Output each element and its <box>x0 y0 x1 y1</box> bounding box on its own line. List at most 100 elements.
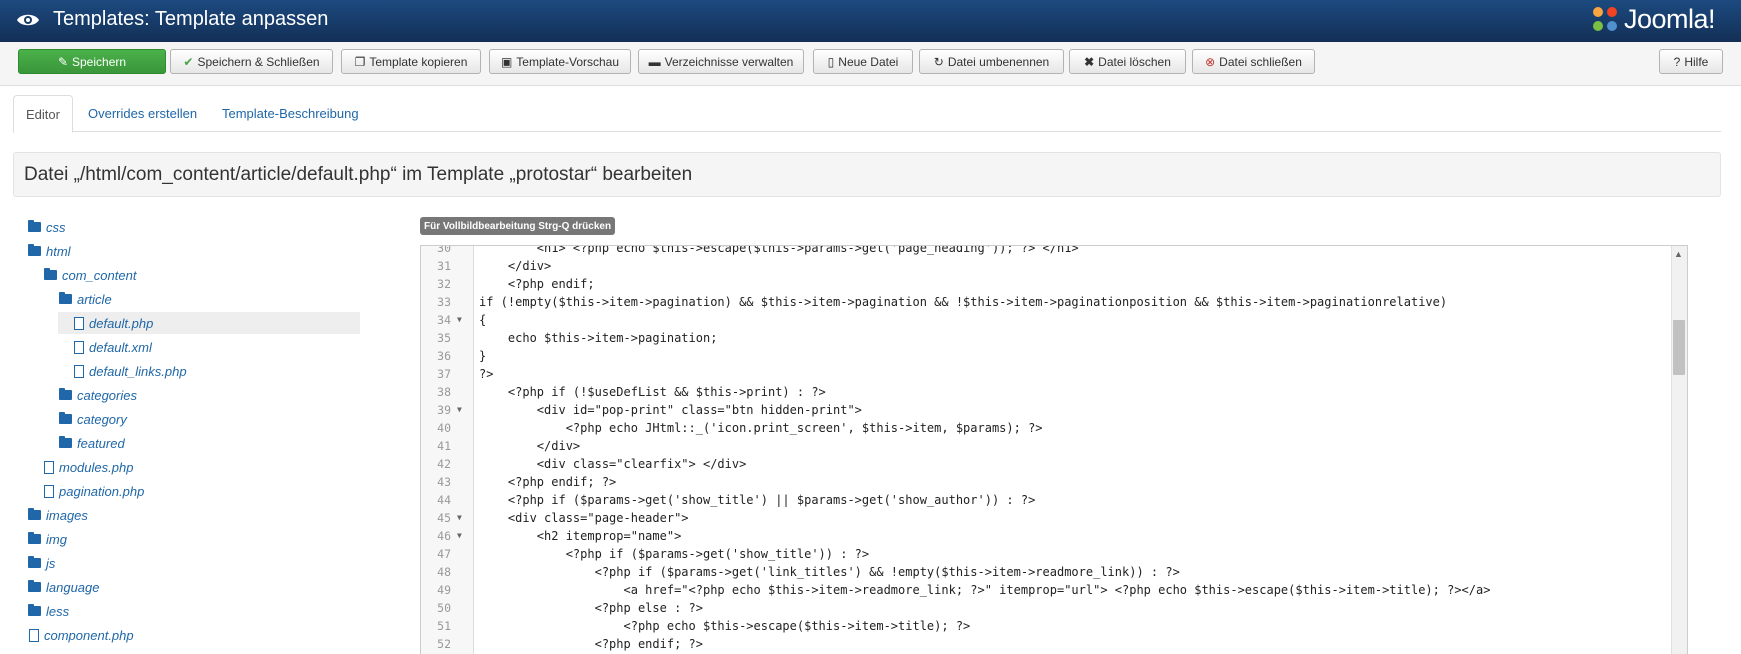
code-text: <?php if ($params->get('show_title')) : … <box>479 547 870 561</box>
template-preview-label: Template-Vorschau <box>516 54 620 69</box>
joomla-logo[interactable]: Joomla! <box>1590 2 1716 36</box>
help-button[interactable]: ? Hilfe <box>1659 49 1723 74</box>
fold-arrow-icon[interactable]: ▼ <box>457 527 462 545</box>
tree-item-article[interactable]: article <box>59 288 112 310</box>
code-line[interactable]: 33 if (!empty($this->item->pagination) &&… <box>421 293 1671 311</box>
save-button[interactable]: ✎ Speichern <box>18 49 166 74</box>
code-text: <?php echo JHtml::_('icon.print_screen',… <box>479 421 1043 435</box>
tree-item-js[interactable]: js <box>28 552 55 574</box>
tree-item-html[interactable]: html <box>28 240 71 262</box>
code-editor[interactable]: 30 <h1> <?php echo $this->escape($this->… <box>420 245 1688 654</box>
copy-template-button[interactable]: ❐ Template kopieren <box>341 49 481 74</box>
code-line[interactable]: 47 <?php if ($params->get('show_title'))… <box>421 545 1671 563</box>
code-line[interactable]: 50 <?php else : ?> <box>421 599 1671 617</box>
fold-arrow-icon[interactable]: ▼ <box>457 311 462 329</box>
folder-icon <box>59 292 72 304</box>
code-line[interactable]: 51 <?php echo $this->escape($this->item-… <box>421 617 1671 635</box>
tree-item-label: images <box>46 507 88 523</box>
code-line[interactable]: 43 <?php endif; ?> <box>421 473 1671 491</box>
fullscreen-hint: Für Vollbildbearbeitung Strg-Q drücken <box>420 217 616 235</box>
code-line[interactable]: 48 <?php if ($params->get('link_titles')… <box>421 563 1671 581</box>
code-text: <a href="<?php echo $this->item->readmor… <box>479 583 1491 597</box>
template-preview-button[interactable]: ▣ Template-Vorschau <box>489 49 631 74</box>
code-line[interactable]: 37 ?> <box>421 365 1671 383</box>
code-line[interactable]: 41 </div> <box>421 437 1671 455</box>
code-line[interactable]: 38 <?php if (!$useDefList && $this->prin… <box>421 383 1671 401</box>
code-line[interactable]: 46 ▼ <h2 itemprop="name"> <box>421 527 1671 545</box>
tab-overrides[interactable]: Overrides erstellen <box>76 95 209 132</box>
tree-item-label: img <box>46 531 67 547</box>
line-number: 48 <box>437 565 451 579</box>
tree-item-label: article <box>77 291 112 307</box>
tab-template-description[interactable]: Template-Beschreibung <box>210 95 371 132</box>
code-line[interactable]: 35 echo $this->item->pagination; <box>421 329 1671 347</box>
code-line[interactable]: 30 <h1> <?php echo $this->escape($this->… <box>421 245 1671 257</box>
new-file-button[interactable]: ▯ Neue Datei <box>813 49 913 74</box>
code-line[interactable]: 34 ▼ { <box>421 311 1671 329</box>
tree-item-featured[interactable]: featured <box>59 432 125 454</box>
save-close-button[interactable]: ✔ Speichern & Schließen <box>170 49 333 74</box>
tree-item-label: less <box>46 603 70 619</box>
tree-item-label: default_links.php <box>89 363 187 379</box>
delete-file-button[interactable]: ✖ Datei löschen <box>1069 49 1186 74</box>
scroll-up-icon[interactable]: ▲ <box>1674 249 1684 259</box>
code-line[interactable]: 31 </div> <box>421 257 1671 275</box>
tree-item-categories[interactable]: categories <box>59 384 137 406</box>
code-text: { <box>479 313 487 327</box>
tree-item-default-xml[interactable]: default.xml <box>74 336 152 358</box>
tree-item-com-content[interactable]: com_content <box>44 264 136 286</box>
code-line[interactable]: 42 <div class="clearfix"> </div> <box>421 455 1671 473</box>
line-number: 30 <box>437 245 451 255</box>
code-text: <?php if (!$useDefList && $this->print) … <box>479 385 826 399</box>
folder-icon <box>59 388 72 400</box>
folder-icon <box>59 436 72 448</box>
line-number: 39 <box>437 403 451 417</box>
tree-item-pagination-php[interactable]: pagination.php <box>44 480 144 502</box>
tab-bar: Editor Overrides erstellen Template-Besc… <box>13 95 1721 133</box>
manage-folders-button[interactable]: ▬ Verzeichnisse verwalten <box>638 49 804 74</box>
folder-icon <box>28 604 41 616</box>
tree-item-component-php[interactable]: component.php <box>29 624 134 646</box>
folder-icon <box>59 412 72 424</box>
tree-item-category[interactable]: category <box>59 408 127 430</box>
code-line[interactable]: 52 <?php endif; ?> <box>421 635 1671 653</box>
picture-icon: ▣ <box>500 54 513 69</box>
tree-item-default-links-php[interactable]: default_links.php <box>74 360 187 382</box>
editor-scrollbar[interactable]: ▲ <box>1671 246 1687 654</box>
code-line[interactable]: 36} <box>421 347 1671 365</box>
save-close-label: Speichern & Schließen <box>197 54 320 69</box>
code-line[interactable]: 45 ▼ <div class="page-header"> <box>421 509 1671 527</box>
line-number: 44 <box>437 493 451 507</box>
code-line[interactable]: 44 <?php if ($params->get('show_title') … <box>421 491 1671 509</box>
folder-icon <box>44 268 57 280</box>
question-icon: ? <box>1673 54 1681 69</box>
code-text: <?php if ($params->get('show_title') || … <box>479 493 1036 507</box>
delete-file-label: Datei löschen <box>1098 54 1171 69</box>
cancel-circle-icon: ⊗ <box>1205 54 1216 69</box>
close-file-button[interactable]: ⊗ Datei schließen <box>1192 49 1315 74</box>
tree-item-images[interactable]: images <box>28 504 88 526</box>
tree-item-modules-php[interactable]: modules.php <box>44 456 133 478</box>
code-line[interactable]: 40 <?php echo JHtml::_('icon.print_scree… <box>421 419 1671 437</box>
file-icon: ▯ <box>827 54 835 69</box>
line-number: 42 <box>437 457 451 471</box>
code-line[interactable]: 32 <?php endif; <box>421 275 1671 293</box>
tree-item-label: modules.php <box>59 459 134 475</box>
file-icon <box>44 460 54 474</box>
code-line[interactable]: 39 ▼ <div id="pop-print" class="btn hidde… <box>421 401 1671 419</box>
code-line[interactable]: 49 <a href="<?php echo $this->item->read… <box>421 581 1671 599</box>
tree-item-default-php[interactable]: default.php <box>58 312 360 334</box>
tree-item-img[interactable]: img <box>28 528 67 550</box>
rename-file-button[interactable]: ↻ Datei umbenennen <box>919 49 1064 74</box>
tree-item-less[interactable]: less <box>28 600 69 622</box>
remove-icon: ✖ <box>1084 54 1095 69</box>
file-icon <box>29 628 39 642</box>
tab-editor[interactable]: Editor <box>13 95 73 133</box>
scroll-thumb[interactable] <box>1673 320 1685 375</box>
save-label: Speichern <box>72 54 127 69</box>
tree-item-language[interactable]: language <box>28 576 100 598</box>
fold-arrow-icon[interactable]: ▼ <box>457 401 462 419</box>
fold-arrow-icon[interactable]: ▼ <box>457 509 462 527</box>
tree-item-css[interactable]: css <box>28 216 66 238</box>
line-number: 46 <box>437 529 451 543</box>
